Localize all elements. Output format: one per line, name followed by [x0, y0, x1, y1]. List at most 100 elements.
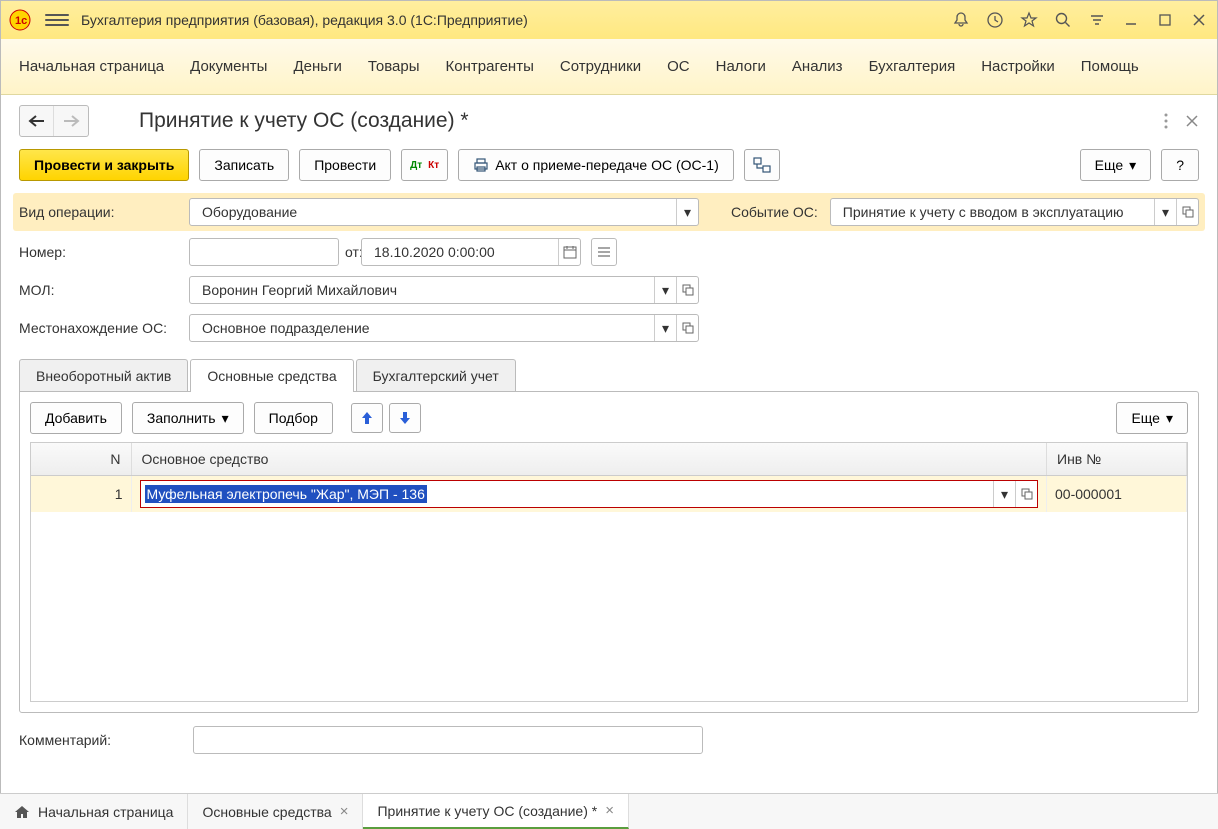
bottom-tab-assets-label: Основные средства: [202, 804, 331, 820]
mol-combo[interactable]: Воронин Георгий Михайлович ▾: [189, 276, 699, 304]
filter-icon[interactable]: [1087, 10, 1107, 30]
form-header: Принятие к учету ОС (создание) *: [1, 95, 1217, 143]
chevron-down-icon: ▾: [1129, 157, 1136, 174]
location-label: Местонахождение ОС:: [19, 320, 183, 336]
bottom-tab-current[interactable]: Принятие к учету ОС (создание) * ×: [363, 794, 629, 829]
menu-settings[interactable]: Настройки: [981, 58, 1055, 75]
date-value: 18.10.2020 0:00:00: [368, 244, 558, 260]
menu-os[interactable]: ОС: [667, 58, 690, 75]
menu-counterparties[interactable]: Контрагенты: [446, 58, 534, 75]
chevron-down-icon[interactable]: ▾: [1154, 199, 1176, 225]
tabs: Внеоборотный актив Основные средства Бух…: [19, 359, 1199, 392]
svg-text:1c: 1c: [15, 15, 27, 27]
post-button[interactable]: Провести: [299, 149, 391, 181]
print-act-button[interactable]: Акт о приеме-передаче ОС (ОС-1): [458, 149, 734, 181]
help-button[interactable]: ?: [1161, 149, 1199, 181]
menu-employees[interactable]: Сотрудники: [560, 58, 641, 75]
add-button[interactable]: Добавить: [30, 402, 122, 434]
chevron-down-icon[interactable]: ▾: [654, 315, 676, 341]
menu-taxes[interactable]: Налоги: [716, 58, 766, 75]
col-inv-header[interactable]: Инв №: [1047, 443, 1187, 476]
menu-home[interactable]: Начальная страница: [19, 58, 164, 75]
open-ref-icon[interactable]: [1176, 199, 1198, 225]
menu-documents[interactable]: Документы: [190, 58, 267, 75]
select-button[interactable]: Подбор: [254, 402, 333, 434]
menu-accounting[interactable]: Бухгалтерия: [869, 58, 956, 75]
open-ref-icon[interactable]: [676, 277, 698, 303]
tab-accounting[interactable]: Бухгалтерский учет: [356, 359, 516, 392]
move-up-button[interactable]: [351, 403, 383, 433]
number-label: Номер:: [19, 244, 183, 260]
operation-label: Вид операции:: [19, 204, 183, 220]
bottom-tab-current-label: Принятие к учету ОС (создание) *: [377, 803, 597, 819]
col-asset-header[interactable]: Основное средство: [131, 443, 1047, 476]
cell-asset-value: Муфельная электропечь "Жар", МЭП - 136: [145, 485, 427, 503]
chevron-down-icon: ▾: [1166, 410, 1173, 427]
related-docs-button[interactable]: [744, 149, 780, 181]
close-icon[interactable]: ×: [340, 803, 349, 820]
tab-toolbar: Добавить Заполнить ▾ Подбор Еще ▾: [30, 402, 1188, 434]
post-and-close-button[interactable]: Провести и закрыть: [19, 149, 189, 181]
comment-label: Комментарий:: [19, 732, 183, 748]
open-ref-icon[interactable]: [1015, 481, 1037, 507]
main-menu: Начальная страница Документы Деньги Това…: [1, 39, 1217, 95]
tab-nonrevolving[interactable]: Внеоборотный актив: [19, 359, 188, 392]
nav-back-button[interactable]: [20, 106, 54, 136]
date-label: от:: [345, 244, 355, 260]
mol-row: МОЛ: Воронин Георгий Михайлович ▾: [19, 271, 1199, 309]
save-button[interactable]: Записать: [199, 149, 289, 181]
menu-money[interactable]: Деньги: [293, 58, 341, 75]
event-combo[interactable]: Принятие к учету с вводом в эксплуатацию…: [830, 198, 1199, 226]
history-icon[interactable]: [985, 10, 1005, 30]
open-ref-icon[interactable]: [676, 315, 698, 341]
chevron-down-icon[interactable]: ▾: [654, 277, 676, 303]
app-logo-icon: 1c: [9, 9, 37, 31]
list-icon[interactable]: [591, 238, 617, 266]
bottom-tab-home[interactable]: Начальная страница: [0, 794, 188, 829]
operation-combo[interactable]: Оборудование ▾: [189, 198, 699, 226]
more-button[interactable]: Еще ▾: [1080, 149, 1152, 181]
search-icon[interactable]: [1053, 10, 1073, 30]
menu-analysis[interactable]: Анализ: [792, 58, 843, 75]
dtkt-button[interactable]: ДтКт: [401, 149, 448, 181]
event-label: Событие ОС:: [731, 204, 818, 220]
calendar-icon[interactable]: [558, 239, 580, 265]
nav-buttons: [19, 105, 89, 137]
menu-help[interactable]: Помощь: [1081, 58, 1139, 75]
tab-fixed-assets[interactable]: Основные средства: [190, 359, 353, 392]
table-row[interactable]: 1 Муфельная электропечь "Жар", МЭП - 136…: [31, 476, 1187, 513]
form-toolbar: Провести и закрыть Записать Провести ДтК…: [1, 143, 1217, 187]
location-row: Местонахождение ОС: Основное подразделен…: [19, 309, 1199, 347]
title-bar: 1c Бухгалтерия предприятия (базовая), ре…: [1, 1, 1217, 39]
menu-goods[interactable]: Товары: [368, 58, 420, 75]
cell-inv: 00-000001: [1047, 476, 1187, 513]
page-title: Принятие к учету ОС (создание) *: [139, 109, 1153, 133]
hamburger-icon[interactable]: [45, 8, 69, 32]
date-input[interactable]: 18.10.2020 0:00:00: [361, 238, 581, 266]
star-icon[interactable]: [1019, 10, 1039, 30]
location-value: Основное подразделение: [196, 320, 654, 336]
kebab-icon[interactable]: [1163, 112, 1169, 130]
comment-input[interactable]: [193, 726, 703, 754]
print-act-label: Акт о приеме-передаче ОС (ОС-1): [495, 157, 719, 173]
minimize-icon[interactable]: [1121, 10, 1141, 30]
tab-more-button[interactable]: Еще ▾: [1116, 402, 1188, 434]
maximize-icon[interactable]: [1155, 10, 1175, 30]
number-input[interactable]: [189, 238, 339, 266]
fill-button[interactable]: Заполнить ▾: [132, 402, 244, 434]
table-header-row: N Основное средство Инв №: [31, 443, 1187, 476]
nav-forward-button[interactable]: [54, 106, 88, 136]
chevron-down-icon[interactable]: ▾: [993, 481, 1015, 507]
bottom-tab-assets[interactable]: Основные средства ×: [188, 794, 363, 829]
close-icon[interactable]: ×: [605, 802, 614, 819]
close-form-icon[interactable]: [1185, 114, 1199, 128]
bottom-tabs: Начальная страница Основные средства × П…: [0, 793, 1218, 829]
chevron-down-icon[interactable]: ▾: [676, 199, 698, 225]
location-combo[interactable]: Основное подразделение ▾: [189, 314, 699, 342]
bell-icon[interactable]: [951, 10, 971, 30]
move-down-button[interactable]: [389, 403, 421, 433]
cell-asset[interactable]: Муфельная электропечь "Жар", МЭП - 136 ▾: [131, 476, 1047, 513]
close-window-icon[interactable]: [1189, 10, 1209, 30]
col-n-header[interactable]: N: [31, 443, 131, 476]
printer-icon: [473, 157, 489, 173]
